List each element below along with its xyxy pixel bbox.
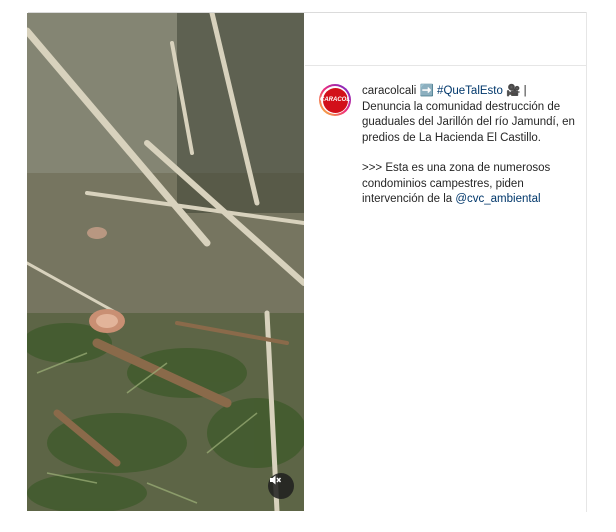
mute-toggle-button[interactable] (268, 473, 294, 499)
caption-paragraph-1: caracolcali ➡️ #QueTalEsto 🎥 | Denuncia … (362, 84, 577, 146)
username-link[interactable]: caracolcali (362, 85, 416, 97)
post-video[interactable] (27, 13, 304, 511)
video-frame-forest (27, 13, 304, 511)
hashtag-link[interactable]: #QueTalEsto (437, 85, 503, 97)
post-caption: caracolcali ➡️ #QueTalEsto 🎥 | Denuncia … (362, 84, 577, 208)
avatar[interactable]: CARACOL (319, 84, 351, 116)
caption-paragraph-2: >>> Esta es una zona de numerosos condom… (362, 161, 577, 208)
arrow-emoji: ➡️ (416, 85, 438, 97)
avatar-logo: CARACOL (320, 87, 350, 113)
speaker-muted-icon (270, 475, 282, 485)
caption-panel: CARACOL caracolcali ➡️ #QueTalEsto 🎥 | D… (305, 65, 586, 513)
mention-link[interactable]: @cvc_ambiental (455, 193, 540, 205)
